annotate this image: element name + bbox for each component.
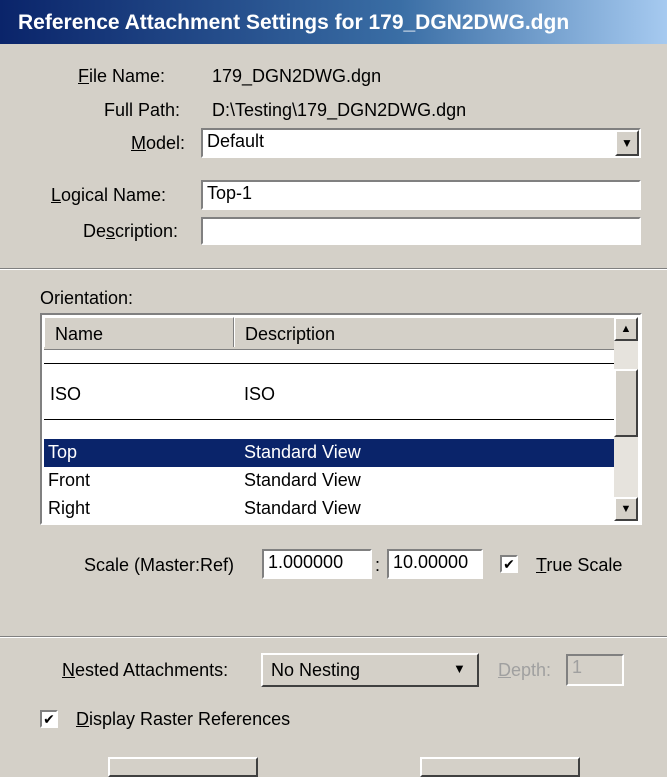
list-item[interactable] [44,349,618,363]
checkmark-icon: ✔ [43,711,55,727]
row-name: Top [48,442,78,462]
window-title: Reference Attachment Settings for 179_DG… [18,11,570,34]
list-item[interactable]: Front Standard View [44,467,618,495]
bottom-button[interactable] [108,757,258,777]
scale-master-field[interactable]: 1.000000 [262,549,372,579]
vertical-scrollbar[interactable]: ▲ ▼ [614,317,638,521]
orientation-listbox[interactable]: Name Description ISO ISO Top Standard Vi… [40,313,642,525]
depth-value: 1 [572,657,583,677]
full-path-label: Full Path: [104,100,181,120]
model-dropdown[interactable]: Default ▼ [201,128,641,158]
chevron-down-icon[interactable]: ▼ [615,130,639,156]
column-header-description[interactable]: Description [234,317,618,347]
row-description: Standard View [244,442,361,462]
file-name-label-rest: ile Name: [89,66,166,86]
scale-label: Scale (Master:Ref) [84,555,235,575]
true-scale-checkbox[interactable]: ✔ [500,555,518,573]
chevron-down-icon: ▼ [453,661,466,676]
scale-master-value: 1.000000 [268,552,344,572]
description-field[interactable] [201,217,641,245]
depth-field: 1 [566,654,624,686]
title-bar: Reference Attachment Settings for 179_DG… [0,0,667,44]
list-item[interactable]: Right Standard View [44,495,618,523]
file-name-value: 179_DGN2DWG.dgn [212,66,382,86]
separator [0,636,667,638]
list-header: Name Description [44,317,618,350]
list-item[interactable]: ISO ISO [44,381,618,409]
file-name-label: File Name: [78,66,166,86]
list-item-selected[interactable]: Top Standard View [44,439,618,467]
row-description: ISO [244,384,276,404]
true-scale-label[interactable]: True Scale [536,555,622,576]
logical-name-field[interactable]: Top-1 [201,180,641,210]
list-item[interactable] [44,421,618,435]
row-description: Standard View [244,470,361,490]
nested-attachments-label: Nested Attachments: [62,660,229,680]
orientation-label: Orientation: [40,288,134,308]
scale-separator: : [375,555,381,575]
nesting-dropdown[interactable]: No Nesting ▼ [261,653,479,687]
checkmark-icon: ✔ [503,556,515,572]
full-path-value: D:\Testing\179_DGN2DWG.dgn [212,100,467,120]
column-header-name[interactable]: Name [44,317,234,347]
list-item-divider [44,363,618,365]
scale-ref-value: 10.00000 [393,552,469,572]
arrow-up-icon[interactable]: ▲ [614,317,638,341]
model-label: Model: [131,133,186,153]
logical-name-label: Logical Name: [51,185,167,205]
logical-name-value: Top-1 [207,183,253,203]
row-name: Right [48,498,91,518]
row-name: Front [48,470,91,490]
description-label: Description: [83,221,179,241]
scale-ref-field[interactable]: 10.00000 [387,549,483,579]
arrow-down-icon[interactable]: ▼ [614,497,638,521]
depth-label: Depth: [498,660,552,680]
display-raster-checkbox[interactable]: ✔ [40,710,58,728]
model-value: Default [207,131,265,151]
separator [0,268,667,270]
row-description: Standard View [244,498,361,518]
bottom-button[interactable] [420,757,580,777]
nesting-value: No Nesting [271,660,361,680]
scrollbar-thumb[interactable] [614,369,638,437]
display-raster-label[interactable]: Display Raster References [76,709,290,730]
row-name: ISO [50,384,82,404]
